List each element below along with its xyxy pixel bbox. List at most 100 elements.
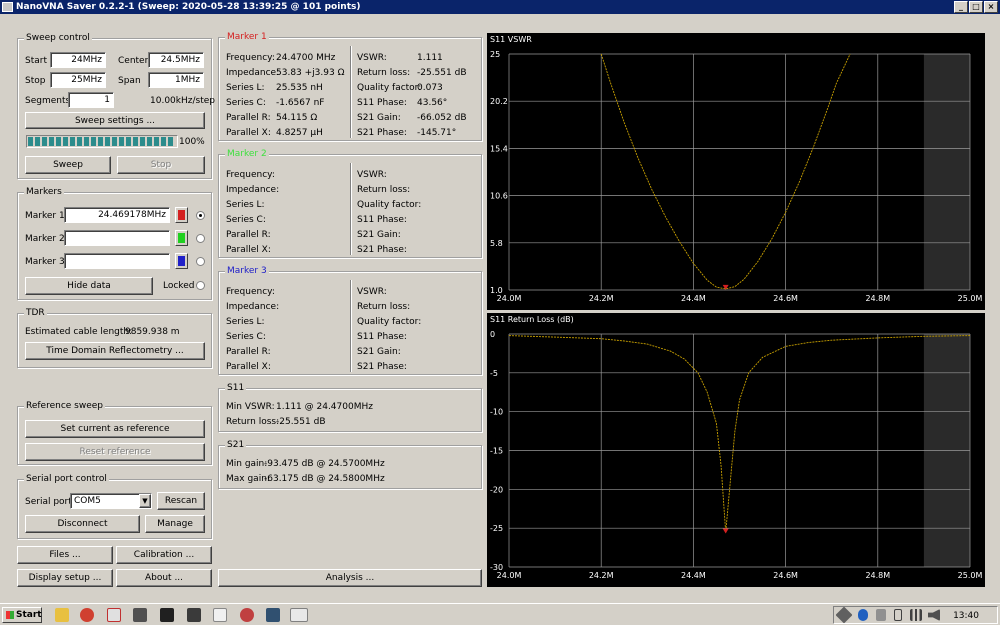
serial-port-group: Serial port control Serial port COM5 ▼ R… <box>17 474 212 539</box>
marker2-vswr-label: VSWR: <box>357 170 387 180</box>
x-tick-label: 24.0M <box>497 294 522 303</box>
taskbar: Start 13:40 <box>0 603 1000 625</box>
tool-icon[interactable] <box>107 608 121 622</box>
s11-return-loss-value: -25.551 dB <box>276 417 326 427</box>
marker1-series-c-label: Series C: <box>226 98 266 108</box>
marker1-parallel-x-label: Parallel X: <box>226 128 271 138</box>
y-tick-label: 10.6 <box>490 192 508 201</box>
stop-sweep-button[interactable]: Stop <box>117 156 205 174</box>
marker3-s11-phase-label: S11 Phase: <box>357 332 407 342</box>
marker2-parallel-r-label: Parallel R: <box>226 230 271 240</box>
marker1-separator <box>350 46 352 138</box>
volume-icon[interactable] <box>928 609 940 621</box>
set-reference-button[interactable]: Set current as reference <box>25 420 205 438</box>
marker1-radio[interactable] <box>196 211 205 220</box>
segments-input[interactable]: 1 <box>68 92 114 108</box>
chevron-down-icon[interactable]: ▼ <box>139 494 151 508</box>
manage-button[interactable]: Manage <box>145 515 205 533</box>
marker3-vswr-label: VSWR: <box>357 287 387 297</box>
progress-segment <box>56 137 61 146</box>
network-icon[interactable] <box>835 606 853 624</box>
close-button[interactable]: × <box>984 1 998 13</box>
app-icon-4[interactable] <box>240 608 254 622</box>
stop-input[interactable]: 25MHz <box>50 72 106 88</box>
app-icon-3[interactable] <box>213 608 227 622</box>
battery-icon[interactable] <box>894 609 902 621</box>
nanovna-taskbar-icon[interactable] <box>290 608 308 622</box>
marker3-s21-gain-label: S21 Gain: <box>357 347 401 357</box>
center-label: Center <box>118 56 149 66</box>
markers-group: Markers Marker 1 24.469178MHz Marker 2 M… <box>17 187 212 300</box>
about-button[interactable]: About ... <box>116 569 212 587</box>
marker1-q-label: Quality factor: <box>357 83 422 93</box>
app-icon-2[interactable] <box>187 608 201 622</box>
marker1-color-button[interactable] <box>175 207 188 223</box>
marker1-vswr-label: VSWR: <box>357 53 387 63</box>
span-input[interactable]: 1MHz <box>148 72 204 88</box>
usb-icon[interactable] <box>876 609 886 621</box>
browser-icon[interactable] <box>80 608 94 622</box>
marker1-color-swatch <box>178 210 185 220</box>
marker3-info-group: Marker 3 Frequency: Impedance: Series L:… <box>218 266 482 375</box>
disconnect-button[interactable]: Disconnect <box>25 515 140 533</box>
marker2-radio[interactable] <box>196 234 205 243</box>
out-of-range-region <box>923 54 970 290</box>
maximize-button[interactable]: □ <box>969 1 983 13</box>
app-icon-5[interactable] <box>266 608 280 622</box>
progress-segment <box>133 137 138 146</box>
s11-summary-title: S11 <box>225 383 247 394</box>
start-input[interactable]: 24MHz <box>50 52 106 68</box>
progress-segment <box>98 137 103 146</box>
progress-segment <box>49 137 54 146</box>
display-setup-button[interactable]: Display setup ... <box>17 569 113 587</box>
sweep-button[interactable]: Sweep <box>25 156 111 174</box>
terminal-icon[interactable] <box>133 608 147 622</box>
tdr-button[interactable]: Time Domain Reflectometry ... <box>25 342 205 360</box>
analysis-button[interactable]: Analysis ... <box>218 569 482 587</box>
min-vswr-label: Min VSWR: <box>226 402 275 412</box>
folder-icon[interactable] <box>55 608 69 622</box>
bluetooth-icon[interactable] <box>858 609 868 621</box>
app-icon-1[interactable] <box>160 608 174 622</box>
marker2-frequency-input[interactable] <box>64 230 170 246</box>
vswr-chart[interactable]: S11 VSWR 24.0M 24.2M 24.4M 24.6M 24.8M 25.0M 2… <box>487 33 985 310</box>
marker1-point[interactable] <box>722 284 729 290</box>
files-button[interactable]: Files ... <box>17 546 113 564</box>
title-bar: NanoVNA Saver 0.2.2-1 (Sweep: 2020-05-28… <box>0 0 1000 14</box>
marker2-s11-phase-label: S11 Phase: <box>357 215 407 225</box>
marker1-s21-phase-value: -145.71° <box>417 128 457 138</box>
sweep-settings-button[interactable]: Sweep settings ... <box>25 112 205 129</box>
calibration-button[interactable]: Calibration ... <box>116 546 212 564</box>
marker2-info-title: Marker 2 <box>225 149 269 160</box>
marker3-color-button[interactable] <box>175 253 188 269</box>
progress-segment <box>140 137 145 146</box>
signal-icon[interactable] <box>910 609 922 621</box>
markers-title: Markers <box>24 187 64 198</box>
s11-summary-group: S11 Min VSWR: 1.111 @ 24.4700MHz Return … <box>218 383 482 432</box>
serial-port-label: Serial port <box>25 497 72 507</box>
marker1-return-loss-value: -25.551 dB <box>417 68 467 78</box>
reset-reference-button[interactable]: Reset reference <box>25 443 205 461</box>
step-size: 10.00kHz/step <box>150 96 215 106</box>
app-icon <box>2 2 13 12</box>
marker3-frequency-input[interactable] <box>64 253 170 269</box>
marker1-frequency-input[interactable]: 24.469178MHz <box>64 207 170 223</box>
rescan-button[interactable]: Rescan <box>157 492 205 510</box>
marker3-series-c-label: Series C: <box>226 332 266 342</box>
progress-segment <box>84 137 89 146</box>
return-loss-chart[interactable]: S11 Return Loss (dB) 24.0M 24.2M 24.4M 24.6… <box>487 313 985 587</box>
marker1-s21-phase-label: S21 Phase: <box>357 128 407 138</box>
y-tick-label: -20 <box>490 485 503 494</box>
minimize-button[interactable]: _ <box>954 1 968 13</box>
marker1-point[interactable] <box>722 528 729 534</box>
center-input[interactable]: 24.5MHz <box>148 52 204 68</box>
x-tick-label: 25.0M <box>958 571 983 580</box>
start-button[interactable]: Start <box>2 607 42 623</box>
marker3-radio[interactable] <box>196 257 205 266</box>
locked-checkbox[interactable] <box>196 281 205 290</box>
max-gain-value: -63.175 dB @ 24.5800MHz <box>264 474 385 484</box>
hide-data-button[interactable]: Hide data <box>25 277 153 295</box>
progress-segment <box>91 137 96 146</box>
marker1-label: Marker 1 <box>25 211 65 221</box>
marker2-color-button[interactable] <box>175 230 188 246</box>
